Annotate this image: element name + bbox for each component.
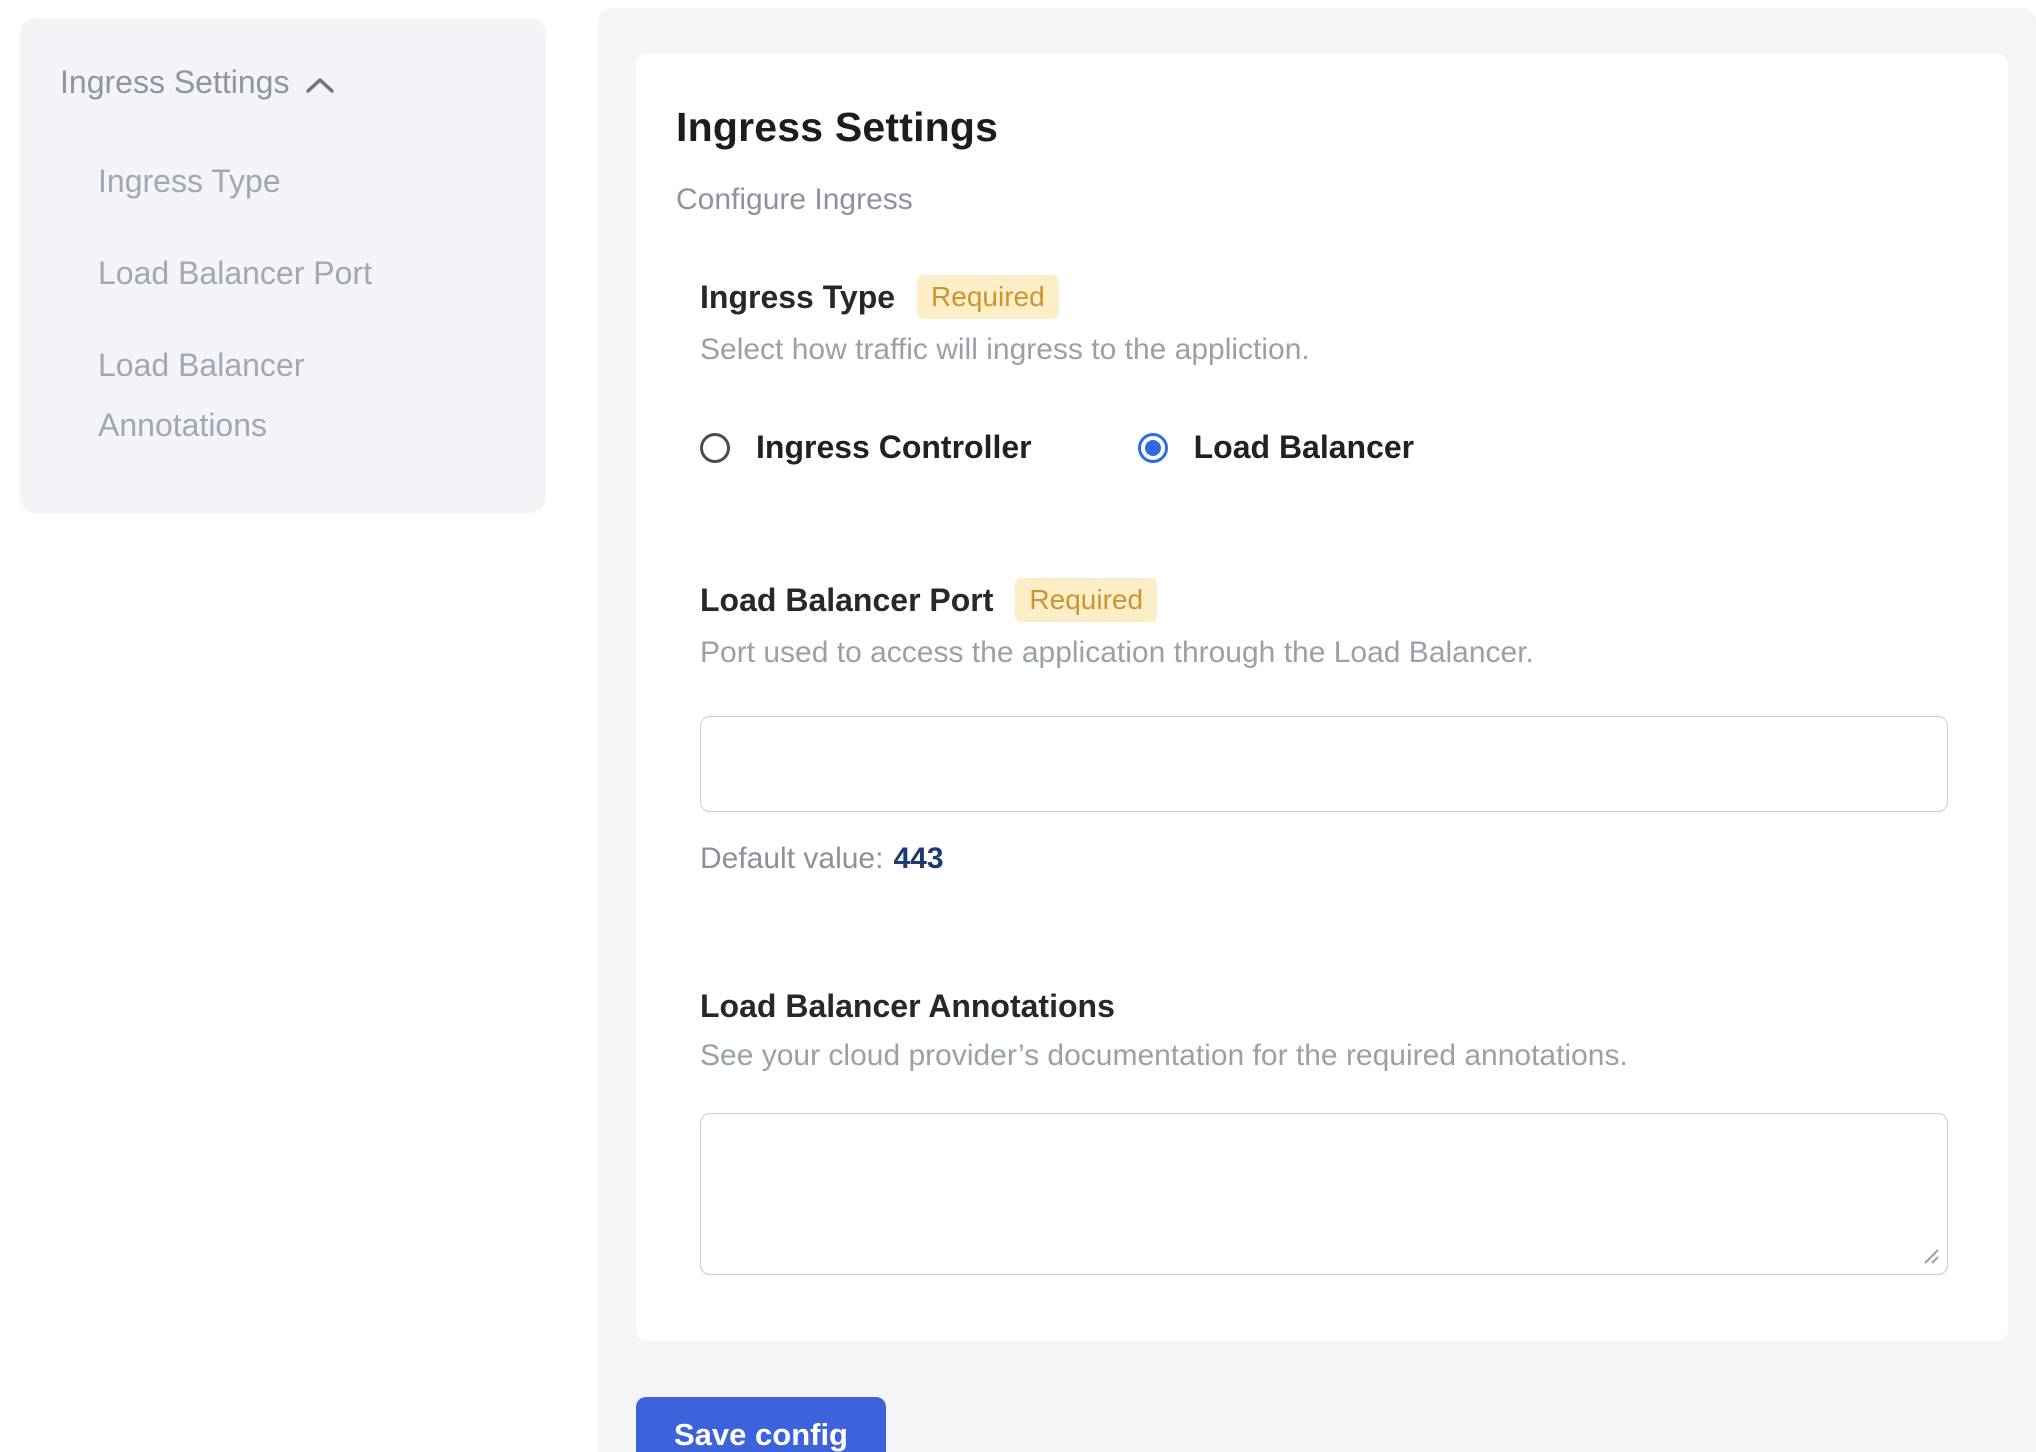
- page-title: Ingress Settings: [676, 104, 1968, 151]
- section-load-balancer-port-head: Load Balancer Port Required: [700, 578, 1968, 622]
- default-value: 443: [893, 842, 943, 875]
- sidebar-section-toggle[interactable]: Ingress Settings: [60, 64, 506, 101]
- section-title: Load Balancer Annotations: [700, 988, 1115, 1025]
- ingress-type-radio-group: Ingress Controller Load Balancer: [700, 429, 1968, 466]
- sidebar-item-ingress-type[interactable]: Ingress Type: [98, 151, 428, 211]
- section-load-balancer-port: Load Balancer Port Required Port used to…: [700, 578, 1968, 876]
- load-balancer-port-input[interactable]: [700, 716, 1948, 812]
- required-badge: Required: [917, 275, 1059, 319]
- section-title: Ingress Type: [700, 279, 895, 316]
- section-title: Load Balancer Port: [700, 582, 993, 619]
- section-ingress-type: Ingress Type Required Select how traffic…: [700, 275, 1968, 466]
- save-config-button[interactable]: Save config: [636, 1397, 886, 1452]
- radio-option-load-balancer[interactable]: Load Balancer: [1138, 429, 1415, 466]
- section-description: Select how traffic will ingress to the a…: [700, 333, 1968, 367]
- section-load-balancer-annotations: Load Balancer Annotations See your cloud…: [700, 988, 1968, 1275]
- settings-sidebar: Ingress Settings Ingress Type Load Balan…: [20, 18, 546, 513]
- radio-icon: [700, 433, 730, 463]
- resize-handle-icon[interactable]: [1917, 1242, 1941, 1266]
- default-value-line: Default value: 443: [700, 842, 1968, 876]
- required-badge: Required: [1015, 578, 1157, 622]
- sidebar-section-label: Ingress Settings: [60, 64, 289, 101]
- sidebar-items: Ingress Type Load Balancer Port Load Bal…: [98, 151, 506, 455]
- section-description: Port used to access the application thro…: [700, 636, 1968, 670]
- ingress-settings-card: Ingress Settings Configure Ingress Ingre…: [636, 54, 2008, 1341]
- radio-label: Load Balancer: [1194, 429, 1415, 466]
- chevron-up-icon: [305, 75, 335, 95]
- radio-icon: [1138, 433, 1168, 463]
- sidebar-item-load-balancer-port[interactable]: Load Balancer Port: [98, 243, 428, 303]
- radio-label: Ingress Controller: [756, 429, 1032, 466]
- main-panel: Ingress Settings Configure Ingress Ingre…: [598, 8, 2036, 1452]
- page-subtitle: Configure Ingress: [676, 183, 1968, 217]
- section-load-balancer-annotations-head: Load Balancer Annotations: [700, 988, 1968, 1025]
- load-balancer-annotations-textarea[interactable]: [700, 1113, 1948, 1275]
- default-value-label: Default value:: [700, 842, 883, 875]
- sidebar-item-load-balancer-annotations[interactable]: Load Balancer Annotations: [98, 335, 428, 455]
- radio-option-ingress-controller[interactable]: Ingress Controller: [700, 429, 1032, 466]
- section-description: See your cloud provider’s documentation …: [700, 1039, 1968, 1073]
- section-ingress-type-head: Ingress Type Required: [700, 275, 1968, 319]
- annotations-textarea-wrap: [700, 1113, 1948, 1275]
